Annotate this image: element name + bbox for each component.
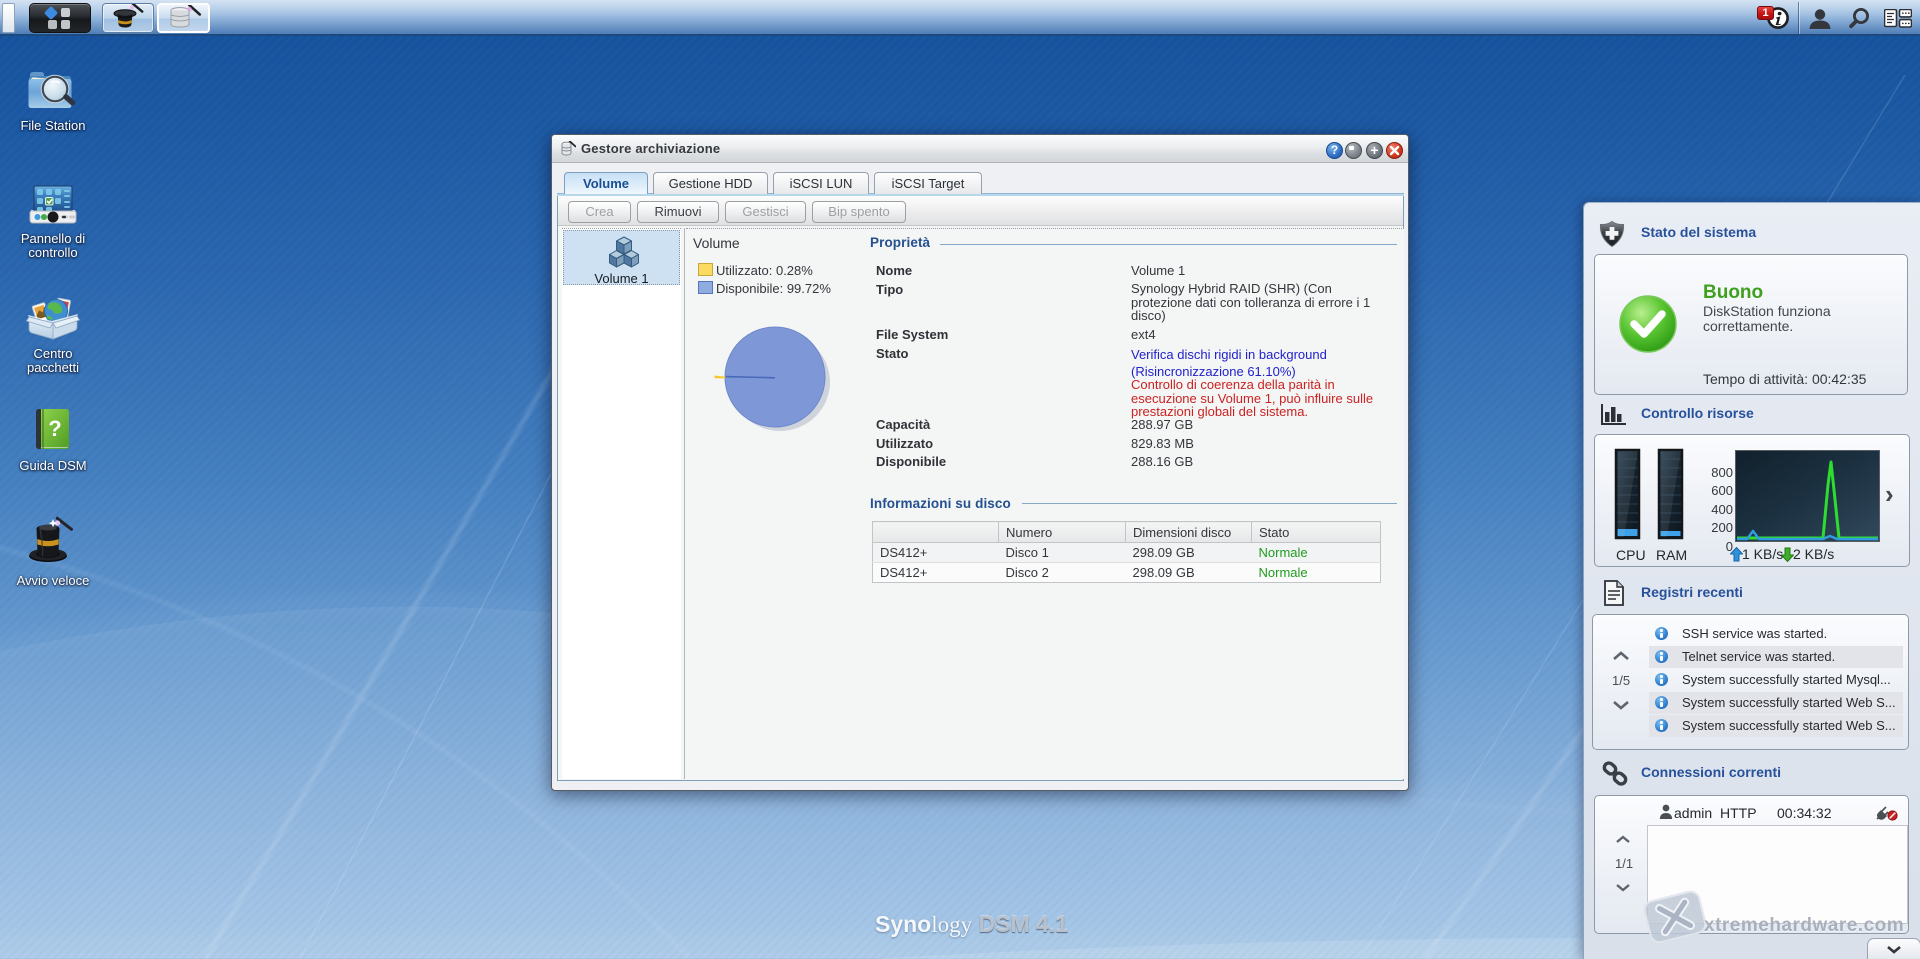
svg-text:?: ? — [48, 416, 61, 441]
